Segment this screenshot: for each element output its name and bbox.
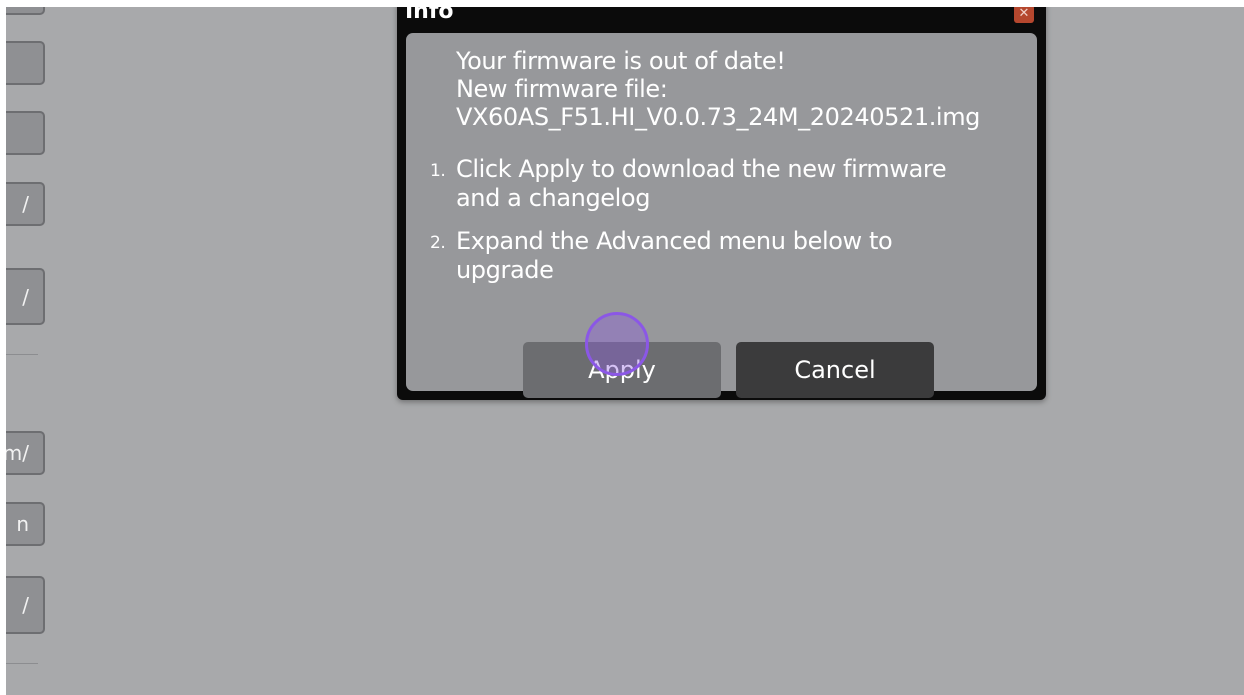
side-button-4[interactable]: / [6,182,45,226]
step-text: and a changelog [456,184,651,212]
dialog-title: Info [405,7,454,24]
close-icon[interactable]: ✕ [1014,7,1034,23]
message-line: New firmware file: [456,75,668,103]
instruction-step: 1. Click Apply to download the new firmw… [430,155,947,213]
info-dialog: Info ✕ Your firmware is out of date! New… [397,7,1046,400]
step-text: Expand the Advanced menu below to [456,227,893,255]
firmware-filename: VX60AS_F51.HI_V0.0.73_24M_20240521.img [456,103,981,131]
side-button-5[interactable]: / [6,268,45,325]
step-number: 1. [430,161,446,181]
side-button-label: / [22,192,29,216]
side-button-label: / [22,284,29,309]
side-button-7[interactable]: n [6,502,45,546]
firmware-message: Your firmware is out of date! New firmwa… [456,47,980,131]
instruction-step: 2. Expand the Advanced menu below to upg… [430,227,946,285]
step-text: upgrade [456,256,554,284]
side-button-2[interactable] [6,41,45,85]
side-button-6[interactable]: m/ [6,431,45,475]
side-button-label: n [16,512,29,536]
side-button-8[interactable]: / [6,576,45,634]
side-button-1[interactable] [6,7,45,15]
step-number: 2. [430,233,446,253]
side-divider [6,354,38,355]
side-button-3[interactable] [6,111,45,155]
dialog-body: Your firmware is out of date! New firmwa… [406,33,1037,398]
side-button-label: m/ [6,441,29,465]
page-backdrop: / / m/ n / Info ✕ Your firmware is out o… [6,7,1244,695]
side-button-label: / [22,593,29,617]
step-text: Click Apply to download the new firmware [456,155,947,183]
apply-button[interactable]: Apply [523,342,721,398]
message-line: Your firmware is out of date! [456,47,786,75]
cancel-button[interactable]: Cancel [736,342,934,398]
side-divider [6,663,38,664]
instruction-list: 1. Click Apply to download the new firmw… [430,155,947,299]
